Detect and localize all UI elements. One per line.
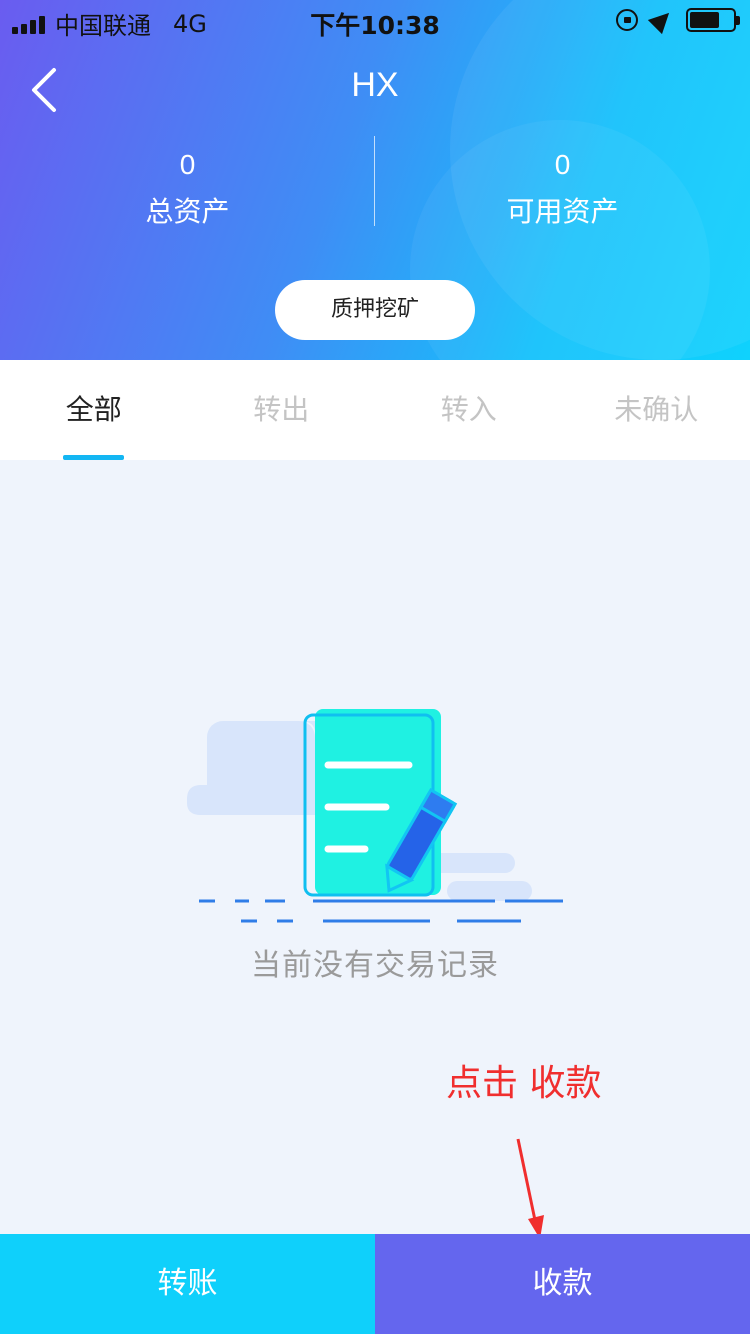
battery-icon (686, 8, 740, 32)
tab-incoming[interactable]: 转入 (375, 360, 563, 460)
available-assets-label: 可用资产 (506, 195, 619, 228)
tab-unconfirmed[interactable]: 未确认 (563, 360, 750, 460)
total-assets: 0 总资产 (0, 135, 375, 229)
available-assets: 0 可用资产 (375, 135, 750, 229)
status-bar: 中国联通 4G 下午10:38 (0, 0, 750, 40)
empty-records-illustration (187, 709, 563, 923)
stake-mining-button[interactable]: 质押挖矿 (275, 280, 475, 340)
transaction-tabs: 全部 转出 转入 未确认 (0, 360, 750, 460)
tab-all[interactable]: 全部 (0, 360, 188, 460)
location-icon (647, 5, 677, 35)
empty-records-message: 当前没有交易记录 (251, 948, 499, 983)
available-assets-value: 0 (554, 149, 571, 180)
rotation-lock-icon (616, 9, 638, 31)
bottom-action-bar: 转账 收款 (0, 1234, 750, 1334)
transfer-button[interactable]: 转账 (0, 1234, 375, 1334)
tab-outgoing[interactable]: 转出 (188, 360, 376, 460)
annotation-arrow-icon (516, 1138, 544, 1239)
asset-header: 中国联通 4G 下午10:38 HX 0 总资产 0 可用资产 质押挖矿 (0, 0, 750, 360)
page-title: HX (351, 66, 399, 104)
total-assets-value: 0 (179, 149, 196, 180)
status-right (616, 5, 740, 35)
total-assets-label: 总资产 (145, 195, 230, 228)
asset-divider (374, 136, 375, 226)
tutorial-annotation: 点击 收款 (446, 1063, 602, 1104)
receive-button[interactable]: 收款 (375, 1234, 750, 1334)
asset-summary: 0 总资产 0 可用资产 (0, 135, 750, 230)
